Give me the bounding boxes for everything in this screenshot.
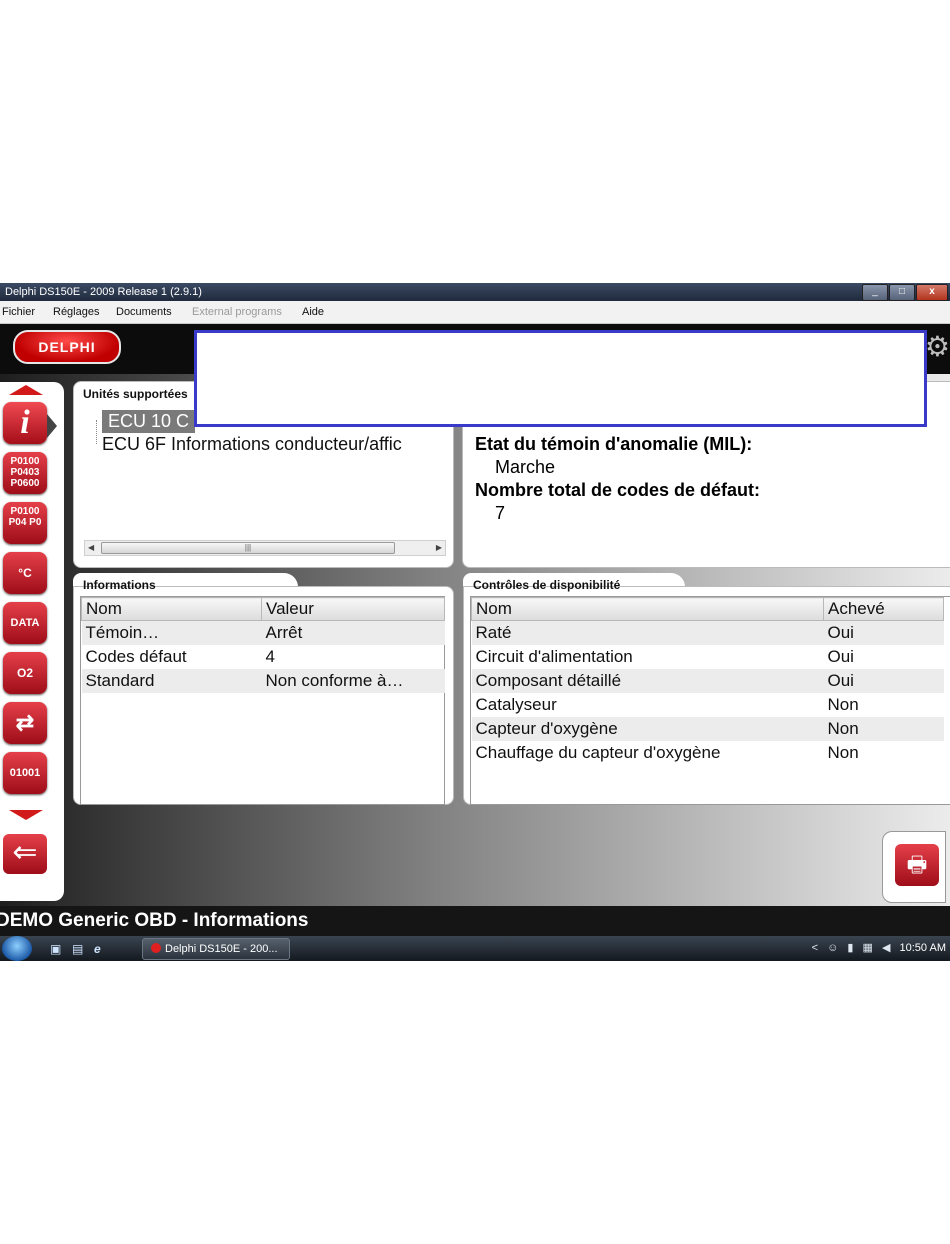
scroll-down-arrow-icon[interactable]	[9, 810, 43, 820]
cell-status: Non	[823, 717, 944, 741]
cell-name: Composant détaillé	[471, 669, 824, 693]
save-print-icon: 🖶	[895, 844, 939, 886]
scroll-left-icon[interactable]: ◀	[88, 541, 94, 555]
mil-label: Etat du témoin d'anomalie (MIL):	[475, 434, 753, 454]
redacted-overlay	[194, 330, 927, 427]
save-print-button[interactable]: 🖶	[882, 831, 946, 903]
temperature-graph-icon[interactable]: °C	[3, 552, 47, 594]
cell-status: Oui	[823, 620, 944, 645]
informations-title: Informations	[83, 578, 156, 592]
taskbar-delphi-item[interactable]: Delphi DS150E - 200...	[142, 938, 290, 960]
tray-expand-icon[interactable]: <	[812, 942, 818, 954]
table-row[interactable]: Raté Oui	[471, 620, 944, 645]
mil-value: Marche	[495, 457, 556, 477]
status-bar: DEMO Generic OBD - Informations	[0, 906, 950, 936]
tree-item-ecu10-label: ECU 10 C	[102, 410, 196, 433]
start-orb-icon[interactable]	[2, 936, 32, 961]
cell-name: Standard	[81, 669, 262, 693]
back-arrow-icon[interactable]: ⇐	[3, 834, 47, 874]
delphi-logo: DELPHI	[13, 330, 121, 364]
switch-windows-icon[interactable]: ▤	[72, 942, 83, 956]
binary-search-icon[interactable]: 01001	[3, 752, 47, 794]
table-row[interactable]: Chauffage du capteur d'oxygène Non	[472, 741, 944, 765]
minimize-button[interactable]: _	[862, 284, 888, 301]
maximize-button[interactable]: □	[889, 284, 915, 301]
system-tray: < ☺ ▮ ▦ ◀ 10:50 AM	[812, 936, 946, 961]
internet-explorer-icon[interactable]: e	[94, 942, 101, 956]
data-icon[interactable]: DATA	[3, 602, 47, 644]
delphi-app-icon	[151, 943, 161, 953]
column-header-valeur[interactable]: Valeur	[261, 597, 445, 621]
cell-name: Témoin…	[81, 620, 262, 645]
menu-documents[interactable]: Documents	[116, 301, 172, 323]
cell-value: 4	[265, 647, 275, 666]
column-header-acheve[interactable]: Achevé	[823, 597, 944, 621]
left-nav: i P0100 P0403 P0600 P0100 P04 P0 °C DATA…	[0, 382, 64, 901]
cell-value: Arrêt	[261, 620, 445, 645]
readiness-title: Contrôles de disponibilité	[473, 578, 621, 592]
ecu-info: ISO 11519-4 SAE J1850 Etat du témoin d'a…	[475, 410, 760, 525]
battery-icon[interactable]: ▮	[847, 942, 853, 954]
cell-status: Non	[827, 743, 859, 762]
cell-value: Non conforme à…	[261, 669, 445, 693]
taskbar: ▣ ▤ e Delphi DS150E - 200... < ☺ ▮ ▦ ◀ 1…	[0, 936, 950, 961]
oxygen-sensor-icon[interactable]: O2	[3, 652, 47, 694]
cell-name: Codes défaut	[85, 647, 187, 666]
menu-bar: Fichier Réglages Documents External prog…	[0, 301, 950, 324]
dtc-codes-icon[interactable]: P0100 P0403 P0600	[3, 452, 47, 494]
table-row[interactable]: Témoin… Arrêt	[81, 620, 445, 645]
cell-name: Circuit d'alimentation	[475, 647, 633, 666]
readiness-table-box: Nom Achevé Raté Oui Circuit d'alimentati…	[470, 596, 950, 805]
active-pointer-icon	[47, 414, 57, 438]
cell-name: Raté	[471, 620, 824, 645]
window-title: Delphi DS150E - 2009 Release 1 (2.9.1)	[5, 286, 202, 298]
main-area: i P0100 P0403 P0600 P0100 P04 P0 °C DATA…	[0, 374, 950, 906]
table-row[interactable]: Catalyseur Non	[472, 693, 944, 717]
volume-muted-icon[interactable]: ◀	[882, 942, 890, 954]
dtc-count-label: Nombre total de codes de défaut:	[475, 480, 761, 500]
title-bar: Delphi DS150E - 2009 Release 1 (2.9.1) _…	[0, 283, 950, 301]
cell-status: Oui	[823, 669, 944, 693]
app-screenshot: Delphi DS150E - 2009 Release 1 (2.9.1) _…	[0, 283, 950, 961]
taskbar-delphi-label: Delphi DS150E - 200...	[165, 943, 278, 955]
network-icon[interactable]: ▦	[863, 942, 873, 954]
cell-status: Non	[827, 695, 859, 714]
scrollbar-thumb[interactable]: |||	[101, 542, 395, 554]
info-icon[interactable]: i	[3, 402, 47, 444]
menu-fichier[interactable]: Fichier	[2, 301, 35, 323]
menu-aide[interactable]: Aide	[302, 301, 324, 323]
horizontal-scrollbar[interactable]: ◀ ||| ▶	[84, 540, 446, 556]
menu-external-programs: External programs	[192, 306, 282, 318]
clock[interactable]: 10:50 AM	[900, 942, 946, 954]
readiness-table: Nom Achevé Raté Oui Circuit d'alimentati…	[471, 597, 944, 765]
cycle-arrows-icon[interactable]: ⇄	[3, 702, 47, 744]
gear-icon[interactable]: ⚙	[925, 332, 950, 362]
column-header-nom[interactable]: Nom	[81, 597, 262, 621]
window-controls: _ □ x	[862, 284, 948, 301]
dtc-count-value: 7	[495, 503, 506, 523]
table-row[interactable]: Codes défaut 4	[82, 645, 445, 669]
close-button[interactable]: x	[916, 284, 948, 301]
table-row[interactable]: Circuit d'alimentation Oui	[472, 645, 944, 669]
column-header-nom[interactable]: Nom	[471, 597, 824, 621]
informations-table: Nom Valeur Témoin… Arrêt Codes défaut 4 …	[81, 597, 445, 693]
show-desktop-icon[interactable]: ▣	[50, 942, 61, 956]
cell-name: Chauffage du capteur d'oxygène	[475, 743, 721, 762]
tree-item-ecu6f[interactable]: ECU 6F Informations conducteur/affic	[96, 433, 446, 456]
units-panel-title: Unités supportées	[83, 387, 188, 401]
dtc-edit-icon[interactable]: P0100 P04 P0	[3, 502, 47, 544]
table-row[interactable]: Capteur d'oxygène Non	[471, 717, 944, 741]
menu-reglages[interactable]: Réglages	[53, 301, 99, 323]
informations-table-box: Nom Valeur Témoin… Arrêt Codes défaut 4 …	[80, 596, 445, 805]
table-row[interactable]: Composant détaillé Oui	[471, 669, 944, 693]
tree-connector	[96, 420, 97, 444]
network-people-icon[interactable]: ☺	[827, 942, 838, 954]
cell-status: Oui	[827, 647, 854, 666]
cell-name: Catalyseur	[475, 695, 557, 714]
status-text: DEMO Generic OBD - Informations	[0, 910, 309, 931]
scroll-up-arrow-icon[interactable]	[9, 385, 43, 395]
scroll-right-icon[interactable]: ▶	[436, 541, 442, 555]
cell-name: Capteur d'oxygène	[471, 717, 824, 741]
table-row[interactable]: Standard Non conforme à…	[81, 669, 445, 693]
